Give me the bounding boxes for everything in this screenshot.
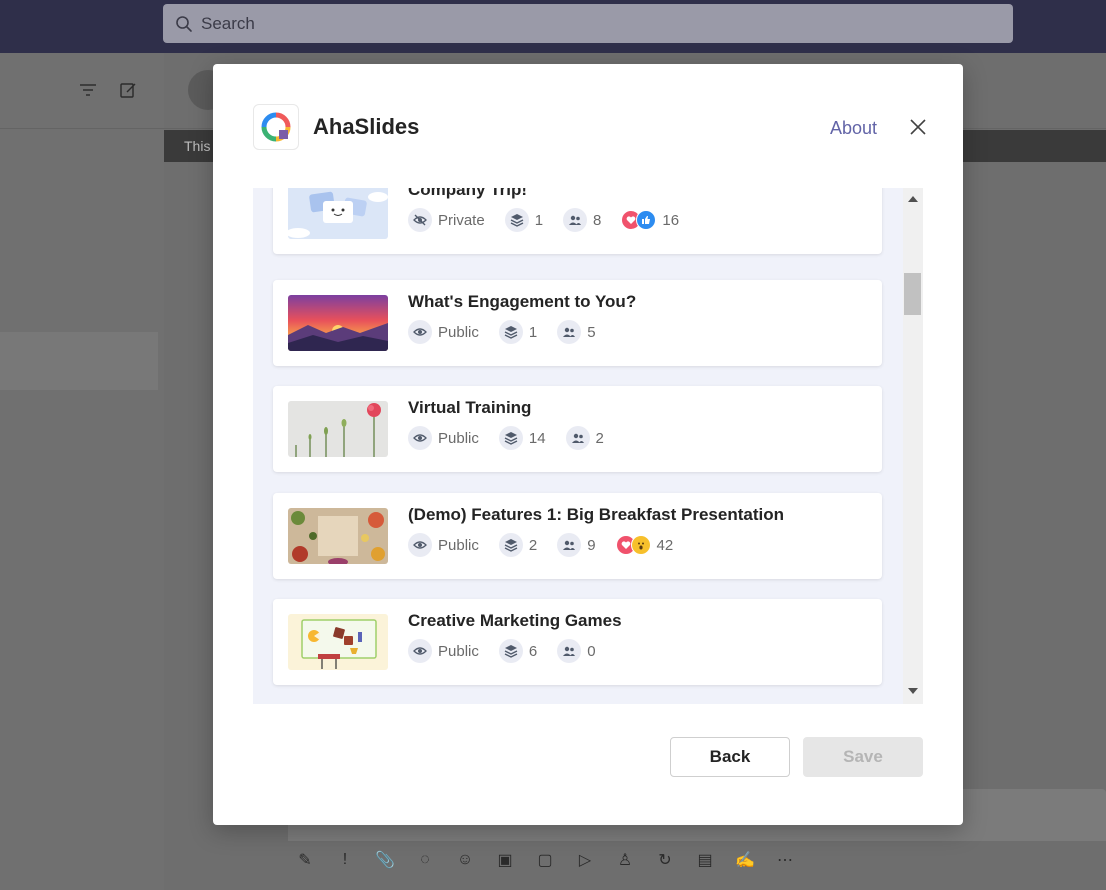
reactions (621, 210, 657, 230)
participant-count: 8 (593, 211, 602, 229)
reaction-count: 42 (656, 536, 674, 554)
presentation-thumbnail (288, 188, 388, 239)
important-icon[interactable]: ! (334, 849, 356, 871)
slide-count: 14 (528, 429, 546, 447)
layers-icon (504, 326, 518, 339)
eye-icon (413, 541, 427, 549)
refresh-icon[interactable]: ↻ (654, 849, 676, 871)
apps-icon[interactable]: ▤ (694, 849, 716, 871)
ahaslides-logo-icon (261, 112, 291, 142)
app-logo (253, 104, 299, 150)
people-icon (571, 433, 584, 443)
people-icon (569, 215, 582, 225)
scroll-up-arrow-icon[interactable] (908, 196, 918, 202)
presentation-thumbnail (288, 401, 388, 457)
top-bar: Search (0, 0, 1106, 53)
ahaslides-dialog: AhaSlides About Company Trip! Private 1 … (213, 64, 963, 825)
presentation-title: What's Engagement to You? (408, 292, 637, 311)
search-placeholder: Search (201, 13, 255, 33)
search-bar[interactable]: Search (163, 4, 1013, 43)
presentation-thumbnail (288, 295, 388, 351)
participant-count: 5 (587, 323, 596, 341)
visibility-label: Public (438, 429, 479, 447)
presentation-meta: Public 6 0 (408, 639, 616, 663)
attach-icon[interactable]: 📎 (374, 849, 396, 871)
layers-icon (504, 432, 518, 445)
people-icon (563, 540, 576, 550)
praise-icon[interactable]: ♙ (614, 849, 636, 871)
more-icon[interactable]: ⋯ (774, 849, 796, 871)
reaction-count: 16 (662, 211, 680, 229)
thumbs-up-icon (636, 210, 657, 230)
save-button[interactable]: Save (803, 737, 923, 777)
participant-count: 2 (595, 429, 604, 447)
compose-toolbar: ✎ ! 📎 ◌ ☺ ▣ ▢ ▷ ♙ ↻ ▤ ✍ ⋯ (294, 849, 796, 871)
presentation-title: Virtual Training (408, 398, 532, 417)
scroll-down-arrow-icon[interactable] (908, 688, 918, 694)
left-pane (0, 53, 164, 890)
presentation-card[interactable]: (Demo) Features 1: Big Breakfast Present… (273, 493, 882, 579)
app-name: AhaSlides (313, 114, 420, 139)
scroll-thumb[interactable] (904, 273, 921, 315)
format-icon[interactable]: ✎ (294, 849, 316, 871)
people-icon (563, 327, 576, 337)
people-icon (563, 646, 576, 656)
presentation-card[interactable]: Virtual Training Public 14 2 (273, 386, 882, 472)
slide-count: 1 (534, 211, 544, 229)
notes-icon[interactable]: ✍ (734, 849, 756, 871)
dialog-header: AhaSlides About (253, 104, 927, 150)
close-button[interactable] (907, 116, 929, 138)
close-icon (910, 119, 926, 135)
presentation-meta: Public 2 9 42 (408, 533, 693, 557)
participant-count: 0 (587, 642, 596, 660)
eye-icon (413, 328, 427, 336)
gif-icon[interactable]: ▣ (494, 849, 516, 871)
list-scrollbar[interactable] (903, 188, 923, 704)
sticker-icon[interactable]: ▢ (534, 849, 556, 871)
loop-icon[interactable]: ◌ (414, 849, 436, 871)
visibility-label: Private (438, 211, 485, 229)
layers-icon (504, 645, 518, 658)
presentation-meta: Private 1 8 16 (408, 208, 699, 232)
participant-count: 9 (587, 536, 596, 554)
wow-icon (630, 535, 651, 555)
banner-text: This (184, 138, 211, 154)
slide-count: 1 (528, 323, 538, 341)
selected-chat-row[interactable] (0, 332, 158, 390)
layers-icon (510, 214, 524, 227)
presentation-title: Creative Marketing Games (408, 611, 622, 630)
presentation-list[interactable]: Company Trip! Private 1 8 16 What's Enga… (253, 188, 923, 704)
slide-count: 2 (528, 536, 538, 554)
eye-icon (413, 434, 427, 442)
presentation-meta: Public 14 2 (408, 426, 624, 450)
eye-off-icon (413, 214, 427, 226)
presentation-title: Company Trip! (408, 188, 528, 199)
presentation-card[interactable]: What's Engagement to You? Public 1 5 (273, 280, 882, 366)
presentation-card[interactable]: Creative Marketing Games Public 6 0 (273, 599, 882, 685)
back-button[interactable]: Back (670, 737, 790, 777)
visibility-label: Public (438, 536, 479, 554)
visibility-label: Public (438, 642, 479, 660)
eye-icon (413, 647, 427, 655)
filter-icon[interactable] (79, 82, 97, 98)
presentation-thumbnail (288, 614, 388, 670)
send-later-icon[interactable]: ▷ (574, 849, 596, 871)
compose-icon[interactable] (119, 81, 137, 99)
left-pane-header (0, 53, 164, 129)
search-icon (176, 15, 192, 32)
emoji-icon[interactable]: ☺ (454, 849, 476, 871)
reactions (615, 535, 651, 555)
about-link[interactable]: About (830, 118, 877, 139)
presentation-title: (Demo) Features 1: Big Breakfast Present… (408, 505, 784, 524)
layers-icon (504, 539, 518, 552)
presentation-meta: Public 1 5 (408, 320, 616, 344)
slide-count: 6 (528, 642, 538, 660)
visibility-label: Public (438, 323, 479, 341)
presentation-card[interactable]: Company Trip! Private 1 8 16 (273, 188, 882, 254)
presentation-thumbnail (288, 508, 388, 564)
